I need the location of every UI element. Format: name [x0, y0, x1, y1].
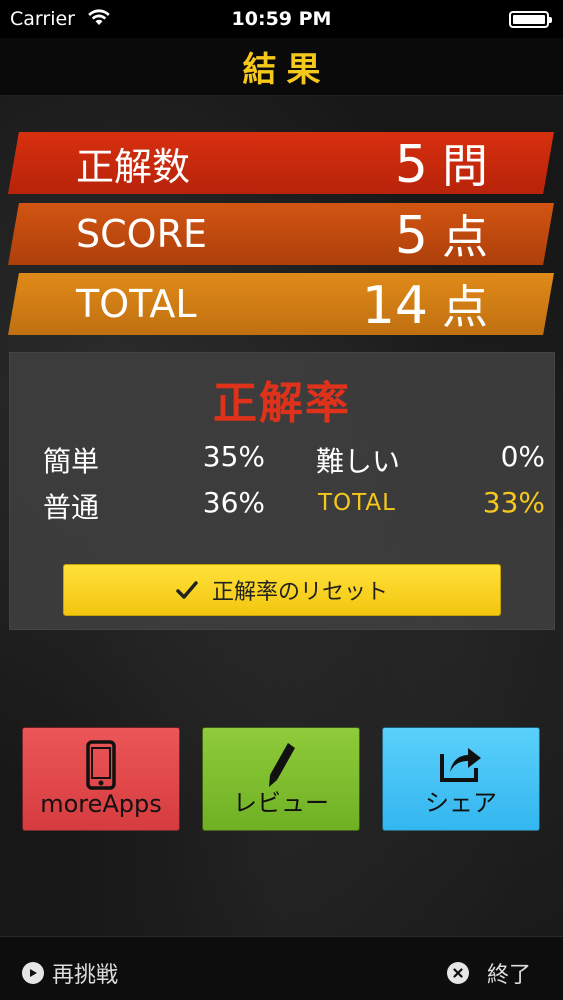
page-title: 結果	[242, 50, 331, 90]
share-icon	[440, 748, 481, 782]
total-value: 14 点	[361, 273, 488, 336]
correct-count-banner: 正解数 5問	[8, 132, 554, 194]
status-time: 10:59 PM	[231, 8, 332, 30]
correct-count-unit: 問	[442, 139, 488, 193]
more-apps-label: moreApps	[40, 790, 162, 818]
pencil-icon	[269, 743, 295, 787]
retry-label: 再挑戦	[52, 963, 119, 988]
phone-icon	[86, 740, 116, 790]
hard-label: 難しい	[316, 445, 401, 478]
score-number: 5	[394, 206, 428, 266]
score-unit: 点	[442, 210, 488, 264]
bottom-toolbar: 再挑戦 終了	[0, 936, 563, 1000]
score-value: 5点	[394, 203, 488, 266]
battery-icon	[509, 11, 552, 28]
hard-value: 0%	[500, 440, 545, 473]
nav-header: 結果	[0, 38, 563, 96]
correct-count-number: 5	[394, 135, 428, 195]
check-icon	[176, 581, 198, 599]
accuracy-total-label: TOTAL	[318, 490, 396, 516]
score-banner: SCORE 5点	[8, 203, 554, 265]
correct-count-label: 正解数	[76, 144, 191, 189]
close-icon	[446, 962, 469, 984]
total-unit: 点	[442, 280, 488, 334]
review-button[interactable]: レビュー	[202, 727, 360, 831]
accuracy-title: 正解率	[213, 378, 351, 429]
play-icon	[22, 962, 44, 984]
normal-label: 普通	[43, 491, 100, 524]
share-button[interactable]: シェア	[382, 727, 540, 831]
reset-accuracy-button[interactable]: 正解率のリセット	[63, 564, 501, 616]
total-banner: TOTAL 14 点	[8, 273, 554, 335]
more-apps-button[interactable]: moreApps	[22, 727, 180, 831]
score-label: SCORE	[76, 212, 207, 256]
normal-value: 36%	[202, 486, 265, 519]
accuracy-panel: 正解率 簡単 35% 難しい 0% 普通 36% TOTAL 33% 正解率のリ…	[9, 352, 555, 630]
total-number: 14	[361, 276, 428, 336]
reset-accuracy-label: 正解率のリセット	[211, 580, 388, 605]
share-label: シェア	[425, 789, 497, 817]
quit-label: 終了	[486, 963, 531, 988]
accuracy-total-value: 33%	[482, 486, 545, 519]
correct-count-value: 5問	[394, 132, 488, 195]
easy-value: 35%	[202, 440, 265, 473]
status-bar: Carrier 10:59 PM	[0, 0, 563, 38]
total-label: TOTAL	[76, 282, 197, 326]
easy-label: 簡単	[43, 445, 100, 478]
retry-button[interactable]: 再挑戦	[22, 957, 118, 989]
quit-button[interactable]: 終了	[446, 957, 531, 989]
